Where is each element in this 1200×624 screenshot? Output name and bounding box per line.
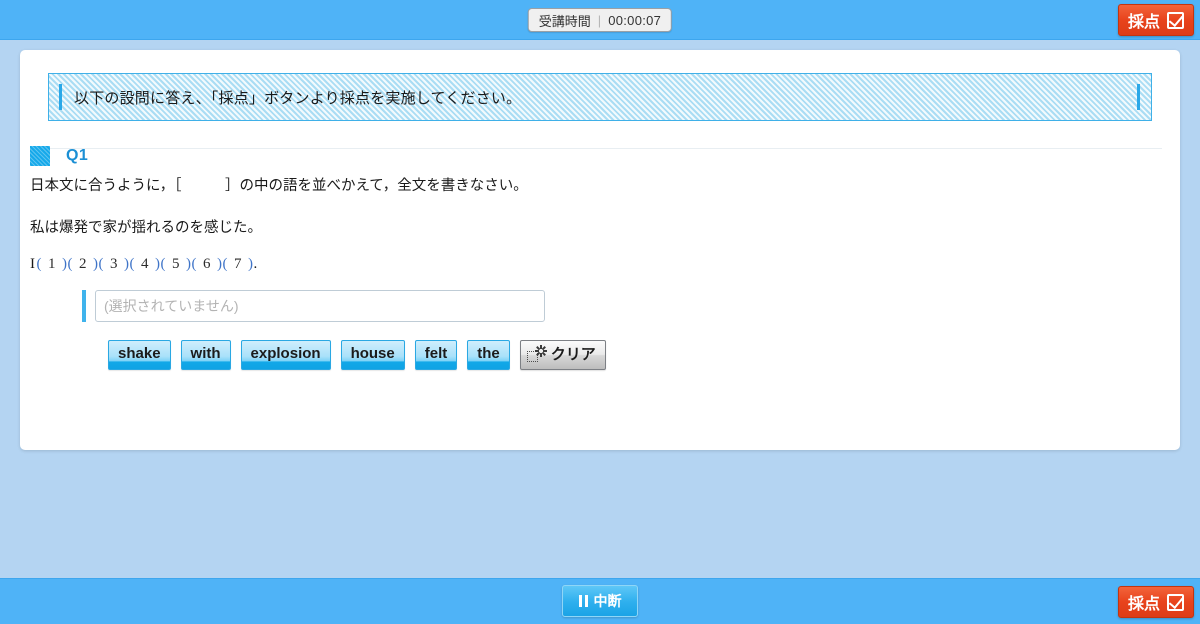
- word-choice-tile[interactable]: the: [467, 340, 510, 370]
- question-japanese-sentence: 私は爆発で家が揺れるのを感じた。: [30, 220, 262, 236]
- content-card: 以下の設問に答え、「採点」ボタンより採点を実施してください。 Q1 日本文に合う…: [20, 50, 1180, 450]
- checked-checkbox-icon: [1167, 593, 1184, 611]
- question-instruction: 日本文に合うように，［ ］の中の語を並べかえて，全文を書きなさい。: [30, 178, 528, 194]
- timer-separator: |: [597, 12, 602, 28]
- question-marker-icon: [30, 146, 50, 166]
- blank-slot: (2): [67, 256, 99, 272]
- blank-slot: (4): [129, 256, 161, 272]
- question-label: Q1: [66, 147, 89, 164]
- instruction-banner-text: 以下の設問に答え、「採点」ボタンより採点を実施してください。: [74, 89, 522, 107]
- bottom-bar: 中断 採点: [0, 578, 1200, 624]
- word-choice-tile[interactable]: shake: [108, 340, 171, 370]
- pause-button[interactable]: 中断: [562, 585, 638, 617]
- clear-button-label: クリア: [550, 345, 596, 363]
- blank-slot: (6): [191, 256, 223, 272]
- pause-button-label: 中断: [593, 593, 622, 609]
- checked-checkbox-icon: [1167, 11, 1184, 29]
- blank-slot: (3): [98, 256, 130, 272]
- word-choice-tile[interactable]: house: [340, 340, 405, 370]
- word-choice-row: shake with explosion house felt the クリア: [108, 340, 606, 370]
- word-choice-tile[interactable]: explosion: [240, 340, 331, 370]
- score-button-top[interactable]: 採点: [1117, 4, 1194, 36]
- eraser-sparkle-icon: [526, 345, 547, 363]
- answer-left-accent-bar: [82, 290, 86, 322]
- question-blank-slots: I(1)(2)(3)(4)(5)(6)(7).: [30, 256, 258, 273]
- blank-trailing-punctuation: .: [253, 256, 258, 272]
- answer-input[interactable]: [95, 290, 545, 322]
- blank-slot: (7): [222, 256, 254, 272]
- instruction-banner: 以下の設問に答え、「採点」ボタンより採点を実施してください。: [48, 73, 1152, 121]
- score-button-bottom-label: 採点: [1127, 596, 1160, 613]
- word-choice-tile[interactable]: with: [180, 340, 231, 370]
- score-button-bottom[interactable]: 採点: [1117, 586, 1194, 618]
- pause-icon: [578, 595, 588, 607]
- banner-right-accent-bar: [1137, 84, 1140, 110]
- section-divider: [38, 148, 1162, 149]
- timer-label: 受講時間: [538, 13, 591, 29]
- elapsed-time-display: 受講時間 | 00:00:07: [527, 8, 673, 32]
- blank-slot: (1): [36, 256, 68, 272]
- timer-value: 00:00:07: [608, 12, 662, 28]
- top-bar: 受講時間 | 00:00:07 採点: [0, 0, 1200, 40]
- question-header: Q1: [30, 146, 88, 166]
- word-choice-tile[interactable]: felt: [414, 340, 458, 370]
- answer-row: [82, 290, 545, 322]
- score-button-top-label: 採点: [1127, 14, 1160, 31]
- blank-slot: (5): [160, 256, 192, 272]
- clear-button[interactable]: クリア: [519, 340, 606, 370]
